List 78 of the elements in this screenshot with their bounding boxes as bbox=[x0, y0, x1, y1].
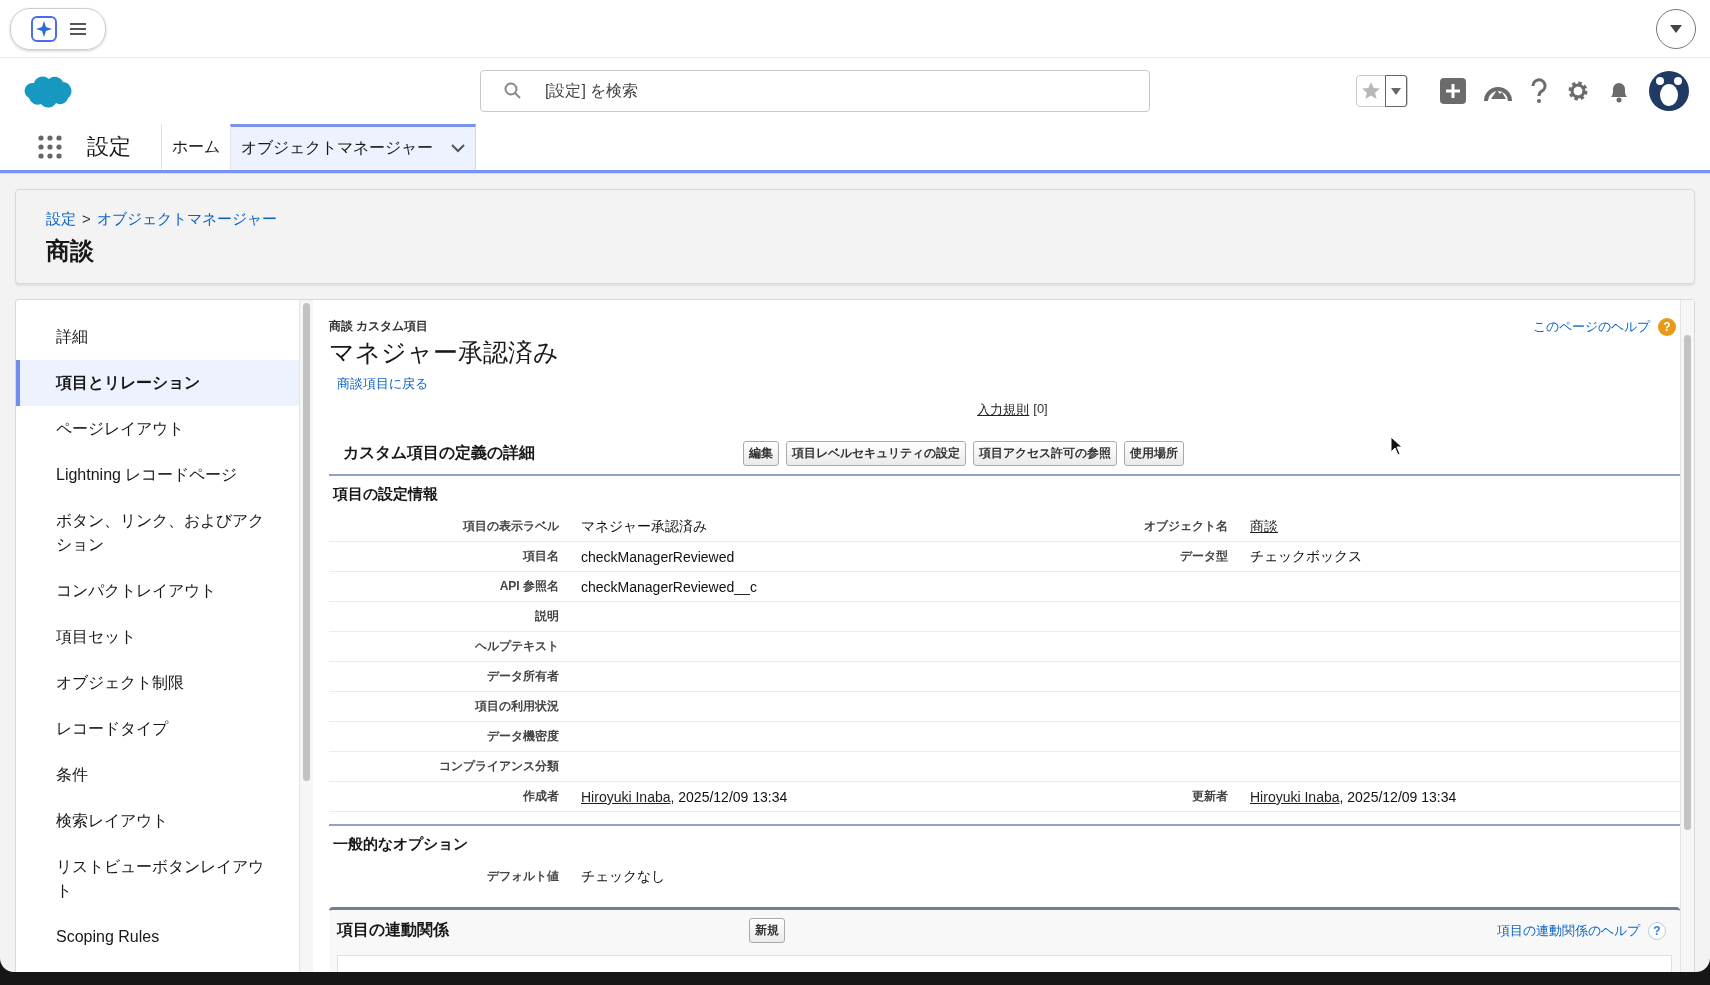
cursor-icon bbox=[1390, 436, 1404, 456]
field-value: checkManagerReviewed bbox=[581, 548, 735, 565]
help-icon[interactable]: ? bbox=[1648, 921, 1666, 940]
sparkle-icon bbox=[31, 15, 57, 42]
sidebar-item[interactable]: 条件 bbox=[16, 752, 299, 798]
caret-icon bbox=[1670, 24, 1682, 33]
field-value: checkManagerReviewed__c bbox=[581, 578, 757, 595]
sidebar-item[interactable]: Lightning レコードページ bbox=[16, 452, 299, 498]
sidebar-item[interactable]: Scoping Rules bbox=[16, 914, 299, 960]
app-name: 設定 bbox=[87, 133, 131, 161]
field-value: チェックなし bbox=[581, 867, 666, 886]
field-label: API 参照名 bbox=[498, 578, 559, 595]
avatar-icon[interactable] bbox=[1648, 70, 1690, 112]
scrollbar-thumb[interactable] bbox=[303, 303, 310, 781]
subsection-heading: 一般的なオプション bbox=[332, 834, 469, 854]
action-button[interactable]: 編集 bbox=[743, 441, 779, 466]
assistant-menu-button[interactable] bbox=[10, 7, 106, 50]
validation-rules-link[interactable]: 入力規則 bbox=[977, 401, 1030, 419]
help-link[interactable]: 項目の連動関係のヘルプ bbox=[1497, 921, 1640, 940]
help-icon[interactable] bbox=[1530, 78, 1548, 104]
field-label: データ所有者 bbox=[486, 668, 559, 685]
section-title: 項目の連動関係 bbox=[337, 920, 450, 940]
sidebar-item[interactable]: 項目とリレーション bbox=[16, 360, 299, 406]
subsection-heading: 項目の設定情報 bbox=[331, 484, 439, 504]
caret-icon bbox=[1391, 87, 1401, 95]
action-button[interactable]: 項目レベルセキュリティの設定 bbox=[786, 441, 966, 466]
sidebar-item[interactable]: ボタン、リンク、およびアクション bbox=[16, 498, 299, 568]
field-type-label: 商談 カスタム項目 bbox=[329, 318, 430, 335]
user-link[interactable]: Hiroyuki Inaba bbox=[581, 788, 671, 805]
nav-tab[interactable]: オブジェクトマネージャー bbox=[230, 124, 476, 170]
new-button[interactable]: 新規 bbox=[749, 918, 785, 943]
breadcrumb-link[interactable]: オブジェクトマネージャー bbox=[96, 210, 277, 229]
sidebar-item[interactable]: 検索レイアウト bbox=[16, 798, 299, 844]
field-label: 項目の利用状況 bbox=[473, 698, 559, 715]
sidebar-item[interactable]: リストビューボタンレイアウト bbox=[16, 844, 299, 914]
star-icon bbox=[1361, 81, 1381, 101]
field-label: 更新者 bbox=[1192, 789, 1228, 803]
sidebar-item[interactable]: コンパクトレイアウト bbox=[16, 568, 299, 614]
action-button[interactable]: 項目アクセス許可の参照 bbox=[973, 441, 1117, 466]
field-value: チェックボックス bbox=[1250, 547, 1362, 564]
sidebar-item[interactable]: ページレイアウト bbox=[16, 406, 299, 452]
field-label: ヘルプテキスト bbox=[474, 638, 559, 655]
record-link[interactable]: Hiroyuki Inaba bbox=[1250, 788, 1340, 805]
settings-icon[interactable] bbox=[1566, 79, 1590, 103]
sidebar-item[interactable]: 項目セット bbox=[16, 614, 299, 660]
page-title: 商談 bbox=[46, 236, 95, 266]
validation-rules-count: [0] bbox=[1033, 401, 1048, 418]
favorites-button[interactable] bbox=[1356, 75, 1408, 107]
add-icon[interactable] bbox=[1440, 78, 1466, 104]
section-title: カスタム項目の定義の詳細 bbox=[343, 443, 536, 463]
cloud-logo bbox=[22, 73, 74, 109]
field-label: コンプライアンス分類 bbox=[438, 758, 559, 775]
breadcrumb-link[interactable]: 設定 bbox=[46, 210, 76, 229]
help-link[interactable]: このページのヘルプ bbox=[1533, 318, 1650, 336]
search-field[interactable]: [設定] を検索 bbox=[480, 70, 1150, 112]
app-launcher-icon[interactable] bbox=[37, 134, 63, 160]
field-title: マネジャー承認済み bbox=[329, 337, 559, 368]
field-label: データ機密度 bbox=[486, 728, 559, 745]
search-icon bbox=[504, 82, 522, 100]
menu-icon bbox=[69, 21, 87, 36]
field-label: 項目名 bbox=[521, 548, 559, 565]
field-label: 説明 bbox=[534, 608, 559, 625]
record-link[interactable]: 商談 bbox=[1250, 517, 1278, 534]
action-button[interactable]: 使用場所 bbox=[1124, 441, 1184, 466]
sidebar-item[interactable]: 詳細 bbox=[16, 314, 299, 360]
sidebar-item[interactable]: オブジェクト制限 bbox=[16, 660, 299, 706]
field-value: , 2025/12/09 13:34 bbox=[670, 788, 788, 805]
sidebar-item[interactable]: レコードタイプ bbox=[16, 706, 299, 752]
field-label: 作成者 bbox=[522, 788, 559, 805]
field-label: 項目の表示ラベル bbox=[461, 518, 559, 535]
field-value: マネジャー承認済み bbox=[581, 517, 707, 534]
field-value: , 2025/12/09 13:34 bbox=[1339, 788, 1457, 805]
scrollbar-thumb[interactable] bbox=[1684, 335, 1691, 830]
field-label: オブジェクト名 bbox=[1144, 519, 1228, 533]
breadcrumb-separator: > bbox=[82, 210, 91, 229]
field-label: デフォルト値 bbox=[486, 868, 559, 885]
field-label: データ型 bbox=[1180, 549, 1228, 563]
back-link[interactable]: 商談項目に戻る bbox=[337, 375, 428, 393]
